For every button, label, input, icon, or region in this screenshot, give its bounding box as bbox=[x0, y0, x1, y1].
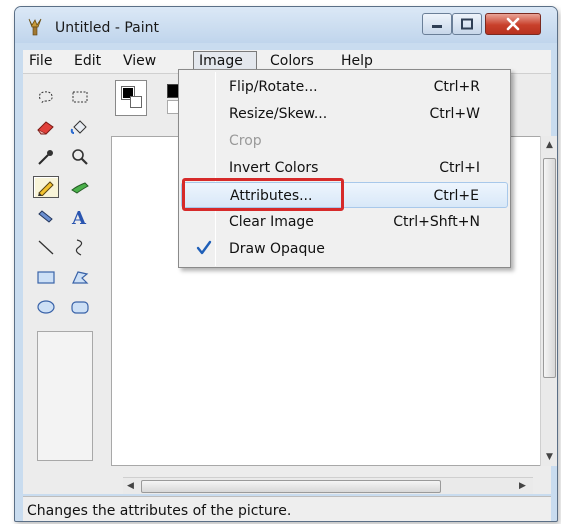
magnifier-icon[interactable] bbox=[67, 146, 93, 168]
menu-item-label: Invert Colors bbox=[229, 160, 319, 176]
scroll-left-icon[interactable]: ◀ bbox=[127, 481, 134, 491]
vertical-scroll-thumb[interactable] bbox=[543, 158, 556, 378]
status-text: Changes the attributes of the picture. bbox=[27, 503, 292, 519]
menu-item-label: Draw Opaque bbox=[229, 241, 325, 257]
scroll-right-icon[interactable]: ▶ bbox=[519, 481, 526, 491]
ellipse-icon[interactable] bbox=[33, 296, 59, 318]
vertical-scrollbar[interactable]: ▲ ▼ bbox=[540, 136, 557, 466]
line-icon[interactable] bbox=[33, 236, 59, 258]
menu-item-shortcut: Ctrl+E bbox=[433, 188, 480, 204]
current-colors[interactable] bbox=[115, 80, 147, 116]
menu-help[interactable]: Help bbox=[341, 53, 373, 69]
title-bar[interactable]: Untitled - Paint bbox=[15, 7, 557, 43]
checkmark-icon bbox=[196, 240, 212, 255]
toolbox: A bbox=[23, 74, 103, 494]
menu-item-crop: Crop bbox=[181, 128, 508, 154]
svg-text:A: A bbox=[71, 208, 87, 226]
maximize-icon bbox=[461, 18, 473, 30]
menu-item-shortcut: Ctrl+R bbox=[433, 79, 480, 95]
scroll-down-icon[interactable]: ▼ bbox=[546, 452, 553, 462]
menu-item-resize-skew[interactable]: Resize/Skew... Ctrl+W bbox=[181, 101, 508, 127]
horizontal-scrollbar[interactable]: ◀ ▶ bbox=[123, 477, 533, 494]
paint-app-icon bbox=[28, 18, 42, 36]
rounded-rectangle-icon[interactable] bbox=[67, 296, 93, 318]
menu-item-label: Crop bbox=[229, 133, 262, 149]
menu-item-clear-image[interactable]: Clear Image Ctrl+Shft+N bbox=[181, 209, 508, 235]
menu-item-label: Flip/Rotate... bbox=[229, 79, 318, 95]
free-form-select-icon[interactable] bbox=[33, 86, 59, 108]
fill-icon[interactable] bbox=[67, 116, 93, 138]
menu-file[interactable]: File bbox=[29, 53, 52, 69]
airbrush-icon[interactable] bbox=[33, 206, 59, 228]
menu-colors[interactable]: Colors bbox=[270, 53, 314, 69]
select-icon[interactable] bbox=[67, 86, 93, 108]
polygon-icon[interactable] bbox=[67, 266, 93, 288]
pick-color-icon[interactable] bbox=[33, 146, 59, 168]
pencil-icon[interactable] bbox=[33, 176, 59, 198]
minimize-icon bbox=[432, 25, 442, 28]
close-button[interactable] bbox=[485, 13, 541, 35]
tool-options-panel[interactable] bbox=[37, 331, 93, 461]
text-icon[interactable]: A bbox=[67, 206, 93, 228]
curve-icon[interactable] bbox=[67, 236, 93, 258]
status-bar: Changes the attributes of the picture. bbox=[23, 496, 551, 521]
menu-item-shortcut: Ctrl+I bbox=[439, 160, 480, 176]
menu-image[interactable]: Image bbox=[199, 53, 243, 69]
scroll-up-icon[interactable]: ▲ bbox=[546, 140, 553, 150]
menu-item-draw-opaque[interactable]: Draw Opaque bbox=[181, 236, 508, 262]
menu-edit[interactable]: Edit bbox=[74, 53, 101, 69]
attributes-highlight-box bbox=[182, 178, 344, 211]
menu-item-shortcut: Ctrl+W bbox=[429, 106, 480, 122]
eraser-icon[interactable] bbox=[33, 116, 59, 138]
image-menu-dropdown: Flip/Rotate... Ctrl+R Resize/Skew... Ctr… bbox=[178, 69, 511, 268]
window-title: Untitled - Paint bbox=[55, 20, 159, 36]
minimize-button[interactable] bbox=[422, 13, 452, 35]
brush-icon[interactable] bbox=[67, 176, 93, 198]
maximize-button[interactable] bbox=[452, 13, 482, 35]
menu-item-shortcut: Ctrl+Shft+N bbox=[393, 214, 480, 230]
menu-item-label: Clear Image bbox=[229, 214, 314, 230]
rectangle-icon[interactable] bbox=[33, 266, 59, 288]
horizontal-scroll-thumb[interactable] bbox=[141, 480, 441, 493]
close-icon bbox=[506, 17, 520, 31]
menu-item-label: Resize/Skew... bbox=[229, 106, 328, 122]
menu-item-flip-rotate[interactable]: Flip/Rotate... Ctrl+R bbox=[181, 74, 508, 100]
menu-view[interactable]: View bbox=[123, 53, 156, 69]
